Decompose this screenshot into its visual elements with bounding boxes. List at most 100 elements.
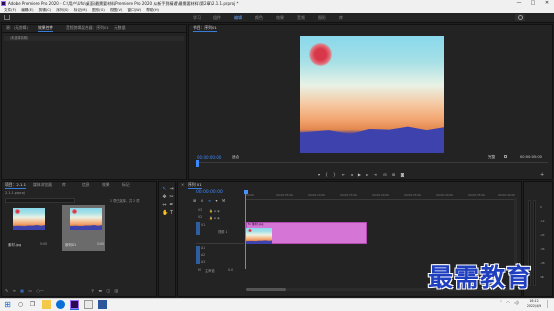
zoom-fit-dropdown[interactable]: 适合: [232, 155, 239, 160]
play-icon[interactable]: ▶: [358, 172, 361, 177]
track-select-tool-icon[interactable]: ⇥: [169, 187, 174, 192]
selection-tool-icon[interactable]: ↖: [162, 187, 167, 192]
razor-tool-icon[interactable]: ✂: [169, 195, 174, 200]
show-desktop-button[interactable]: [547, 300, 552, 308]
menu-window[interactable]: 窗口(W): [128, 8, 142, 12]
edge-browser-icon[interactable]: [56, 300, 65, 309]
snap-icon[interactable]: ∩: [201, 198, 204, 203]
tab-effects[interactable]: 效果: [102, 181, 110, 188]
word-icon[interactable]: [98, 300, 107, 309]
wrench-icon[interactable]: [504, 155, 507, 158]
scrollbar-thumb[interactable]: [246, 288, 286, 291]
nest-icon[interactable]: ⊞: [193, 198, 196, 203]
taskbar-clock[interactable]: 16:12 2022/4/9: [522, 299, 546, 309]
program-playhead[interactable]: [196, 160, 199, 167]
window-title-bar: Adobe Premiere Pro 2020 - C:\用户\Ufo\桌面\最…: [0, 0, 554, 7]
menu-edit[interactable]: 编辑(E): [21, 8, 33, 12]
playback-resolution-dropdown[interactable]: 完整: [488, 155, 495, 160]
menu-file[interactable]: 文件(F): [4, 8, 16, 12]
go-to-out-icon[interactable]: ⇥: [374, 172, 377, 177]
program-scrub-bar[interactable]: [196, 162, 548, 166]
menu-graphics[interactable]: 图形(G): [92, 8, 105, 12]
list-view-icon[interactable]: ≡: [13, 288, 16, 293]
export-frame-icon[interactable]: ◙: [400, 172, 404, 177]
workspace-graphics[interactable]: 图形: [318, 13, 326, 23]
file-explorer-icon[interactable]: [42, 300, 51, 309]
menu-sequence[interactable]: 序列(S): [56, 8, 68, 12]
track-target-toggle[interactable]: [196, 222, 200, 235]
pencil-icon[interactable]: ✎: [5, 288, 8, 293]
settings-wrench-icon[interactable]: ⚒: [222, 198, 226, 203]
ruler-tick-label: 00:00:05:00: [276, 193, 294, 197]
step-forward-icon[interactable]: ▸: [366, 172, 368, 177]
workspace-color[interactable]: 颜色: [255, 13, 263, 23]
premiere-pro-icon[interactable]: [70, 300, 79, 309]
pen-tool-icon[interactable]: ✒: [169, 203, 174, 208]
icon-view-icon[interactable]: ▦: [20, 288, 24, 293]
tab-info[interactable]: 信息: [82, 181, 90, 188]
tab-metadata[interactable]: 元数据: [114, 24, 125, 31]
slip-tool-icon[interactable]: ⇔: [162, 203, 167, 208]
network-icon[interactable]: ◠: [506, 300, 510, 305]
workspace-effects[interactable]: 效果: [276, 13, 284, 23]
ripple-edit-tool-icon[interactable]: ✥: [162, 195, 167, 200]
workspace-audio[interactable]: 音频: [297, 13, 305, 23]
tab-sequence[interactable]: 序列 01: [188, 181, 202, 189]
type-tool-icon[interactable]: T: [169, 211, 174, 216]
folder-icon[interactable]: ▬: [98, 288, 102, 293]
workspace-libraries[interactable]: 库: [339, 13, 343, 23]
go-to-in-icon[interactable]: ⇤: [342, 172, 345, 177]
add-marker-icon[interactable]: ▾: [215, 198, 217, 203]
tab-effect-controls[interactable]: 效果控件: [38, 24, 54, 32]
workspace-learning[interactable]: 学习: [193, 13, 201, 23]
trash-icon[interactable]: ▥: [115, 288, 119, 293]
menu-marker[interactable]: 标记(M): [74, 8, 87, 12]
track-lock-icon[interactable]: 🔒 ⊟ ◉: [209, 208, 220, 215]
menu-help[interactable]: 帮助(H): [146, 8, 159, 12]
tab-program-monitor[interactable]: 节目：序列01: [193, 24, 217, 32]
tab-audio-clip-mixer[interactable]: 音频剪辑混合器：序列01: [66, 24, 109, 31]
new-item-icon[interactable]: ◫: [106, 288, 110, 293]
windows-start-icon[interactable]: ⊞: [3, 300, 12, 309]
search-icon[interactable]: ○: [16, 300, 25, 309]
home-icon[interactable]: [4, 15, 10, 20]
tab-project[interactable]: 项目：2.1.1: [5, 181, 27, 189]
tab-markers[interactable]: 标记: [122, 181, 130, 188]
task-view-icon[interactable]: ❐: [28, 300, 37, 309]
freeform-view-icon[interactable]: ▭: [28, 288, 32, 293]
lift-icon[interactable]: ⊟: [383, 172, 386, 177]
close-icon[interactable]: ✕: [181, 181, 184, 188]
button-editor-icon[interactable]: +: [540, 172, 544, 178]
project-search-input[interactable]: [5, 198, 75, 203]
master-volume-value[interactable]: 0.0: [228, 268, 233, 272]
maximize-button[interactable]: □: [526, 0, 540, 7]
menu-view[interactable]: 视图(V): [110, 8, 122, 12]
timeline-ruler[interactable]: 00:00 00:00:05:00 00:00:10:00 00:00:15:0…: [246, 193, 516, 200]
workspace-editing[interactable]: 编辑: [234, 13, 242, 23]
track-lock-icon[interactable]: 🔒 ⊟ ◉: [209, 215, 220, 222]
menu-clip[interactable]: 剪辑(C): [39, 8, 52, 12]
close-button[interactable]: ✕: [540, 0, 554, 7]
program-current-timecode[interactable]: 00:00:00:00: [197, 155, 221, 160]
mark-out-icon[interactable]: }: [333, 172, 336, 177]
tab-source[interactable]: 源：(无剪辑): [6, 24, 28, 31]
zoom-slider-icon[interactable]: ○—: [36, 288, 44, 293]
step-back-icon[interactable]: ◂: [351, 172, 353, 177]
app-window-icon[interactable]: [84, 300, 93, 309]
search-icon[interactable]: ⚲: [91, 288, 94, 293]
project-items-count: 1 项已选择，共 2 项: [110, 199, 140, 203]
add-marker-icon[interactable]: ▾: [318, 172, 320, 177]
mark-in-icon[interactable]: {: [325, 172, 328, 177]
linked-selection-icon[interactable]: ∞: [208, 198, 211, 203]
tab-libraries[interactable]: 库: [62, 181, 66, 188]
chevron-up-icon[interactable]: ˄: [500, 300, 502, 305]
volume-icon[interactable]: ◁): [514, 300, 519, 305]
minimize-button[interactable]: —: [512, 0, 526, 7]
extract-icon[interactable]: ⊞: [392, 172, 395, 177]
hand-tool-icon[interactable]: ✋: [162, 211, 168, 216]
track-target-toggle[interactable]: [196, 246, 200, 264]
tab-media-browser[interactable]: 媒体浏览器: [33, 181, 52, 188]
search-icon[interactable]: [515, 14, 525, 21]
workspace-assembly[interactable]: 组件: [213, 13, 221, 23]
timeline-timecode[interactable]: 00:00:00:00: [196, 190, 223, 195]
